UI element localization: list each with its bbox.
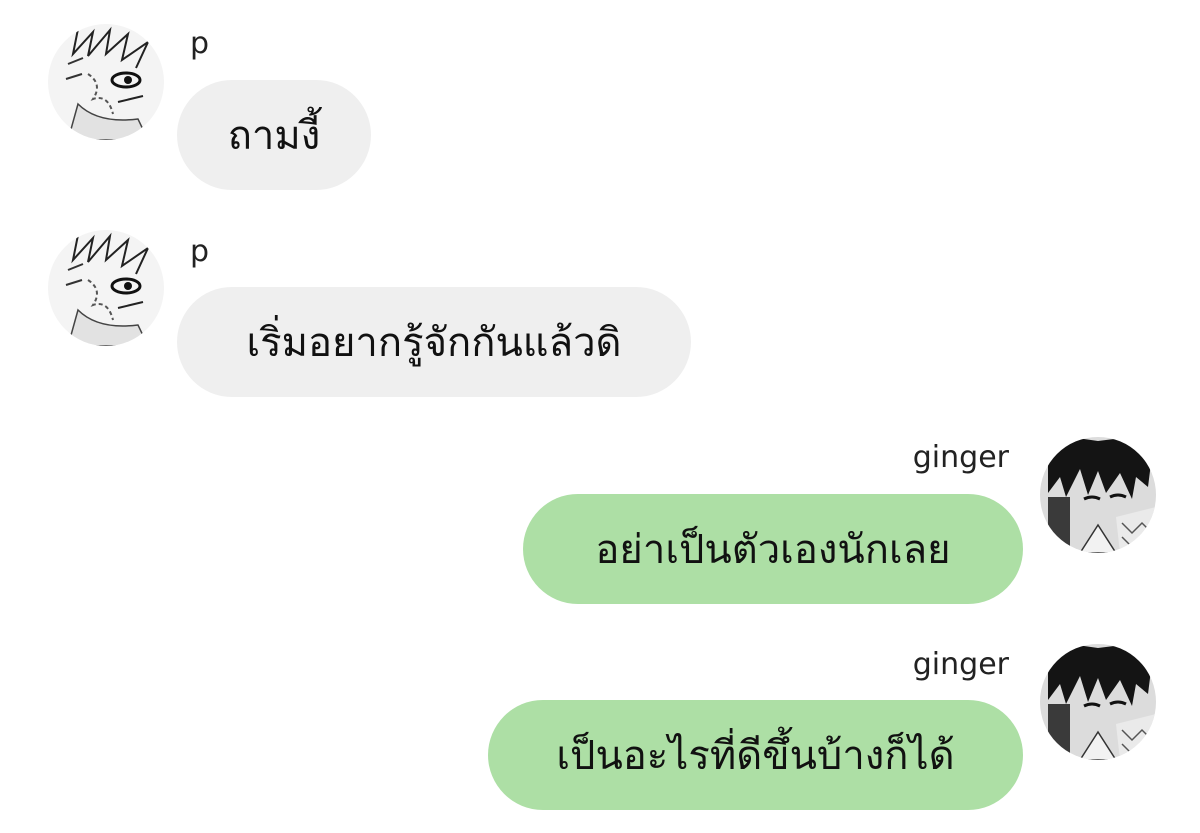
avatar[interactable] bbox=[1040, 644, 1156, 760]
sender-name: ginger bbox=[912, 647, 1009, 682]
manga-dark-hair-avatar-icon bbox=[1040, 644, 1156, 760]
message-bubble[interactable]: เป็นอะไรที่ดีขึ้นบ้างก็ได้ bbox=[488, 700, 1023, 810]
message-row-outgoing: ginger เป็นอะไรที่ดีขึ้นบ้างก็ได้ bbox=[0, 0, 1200, 833]
